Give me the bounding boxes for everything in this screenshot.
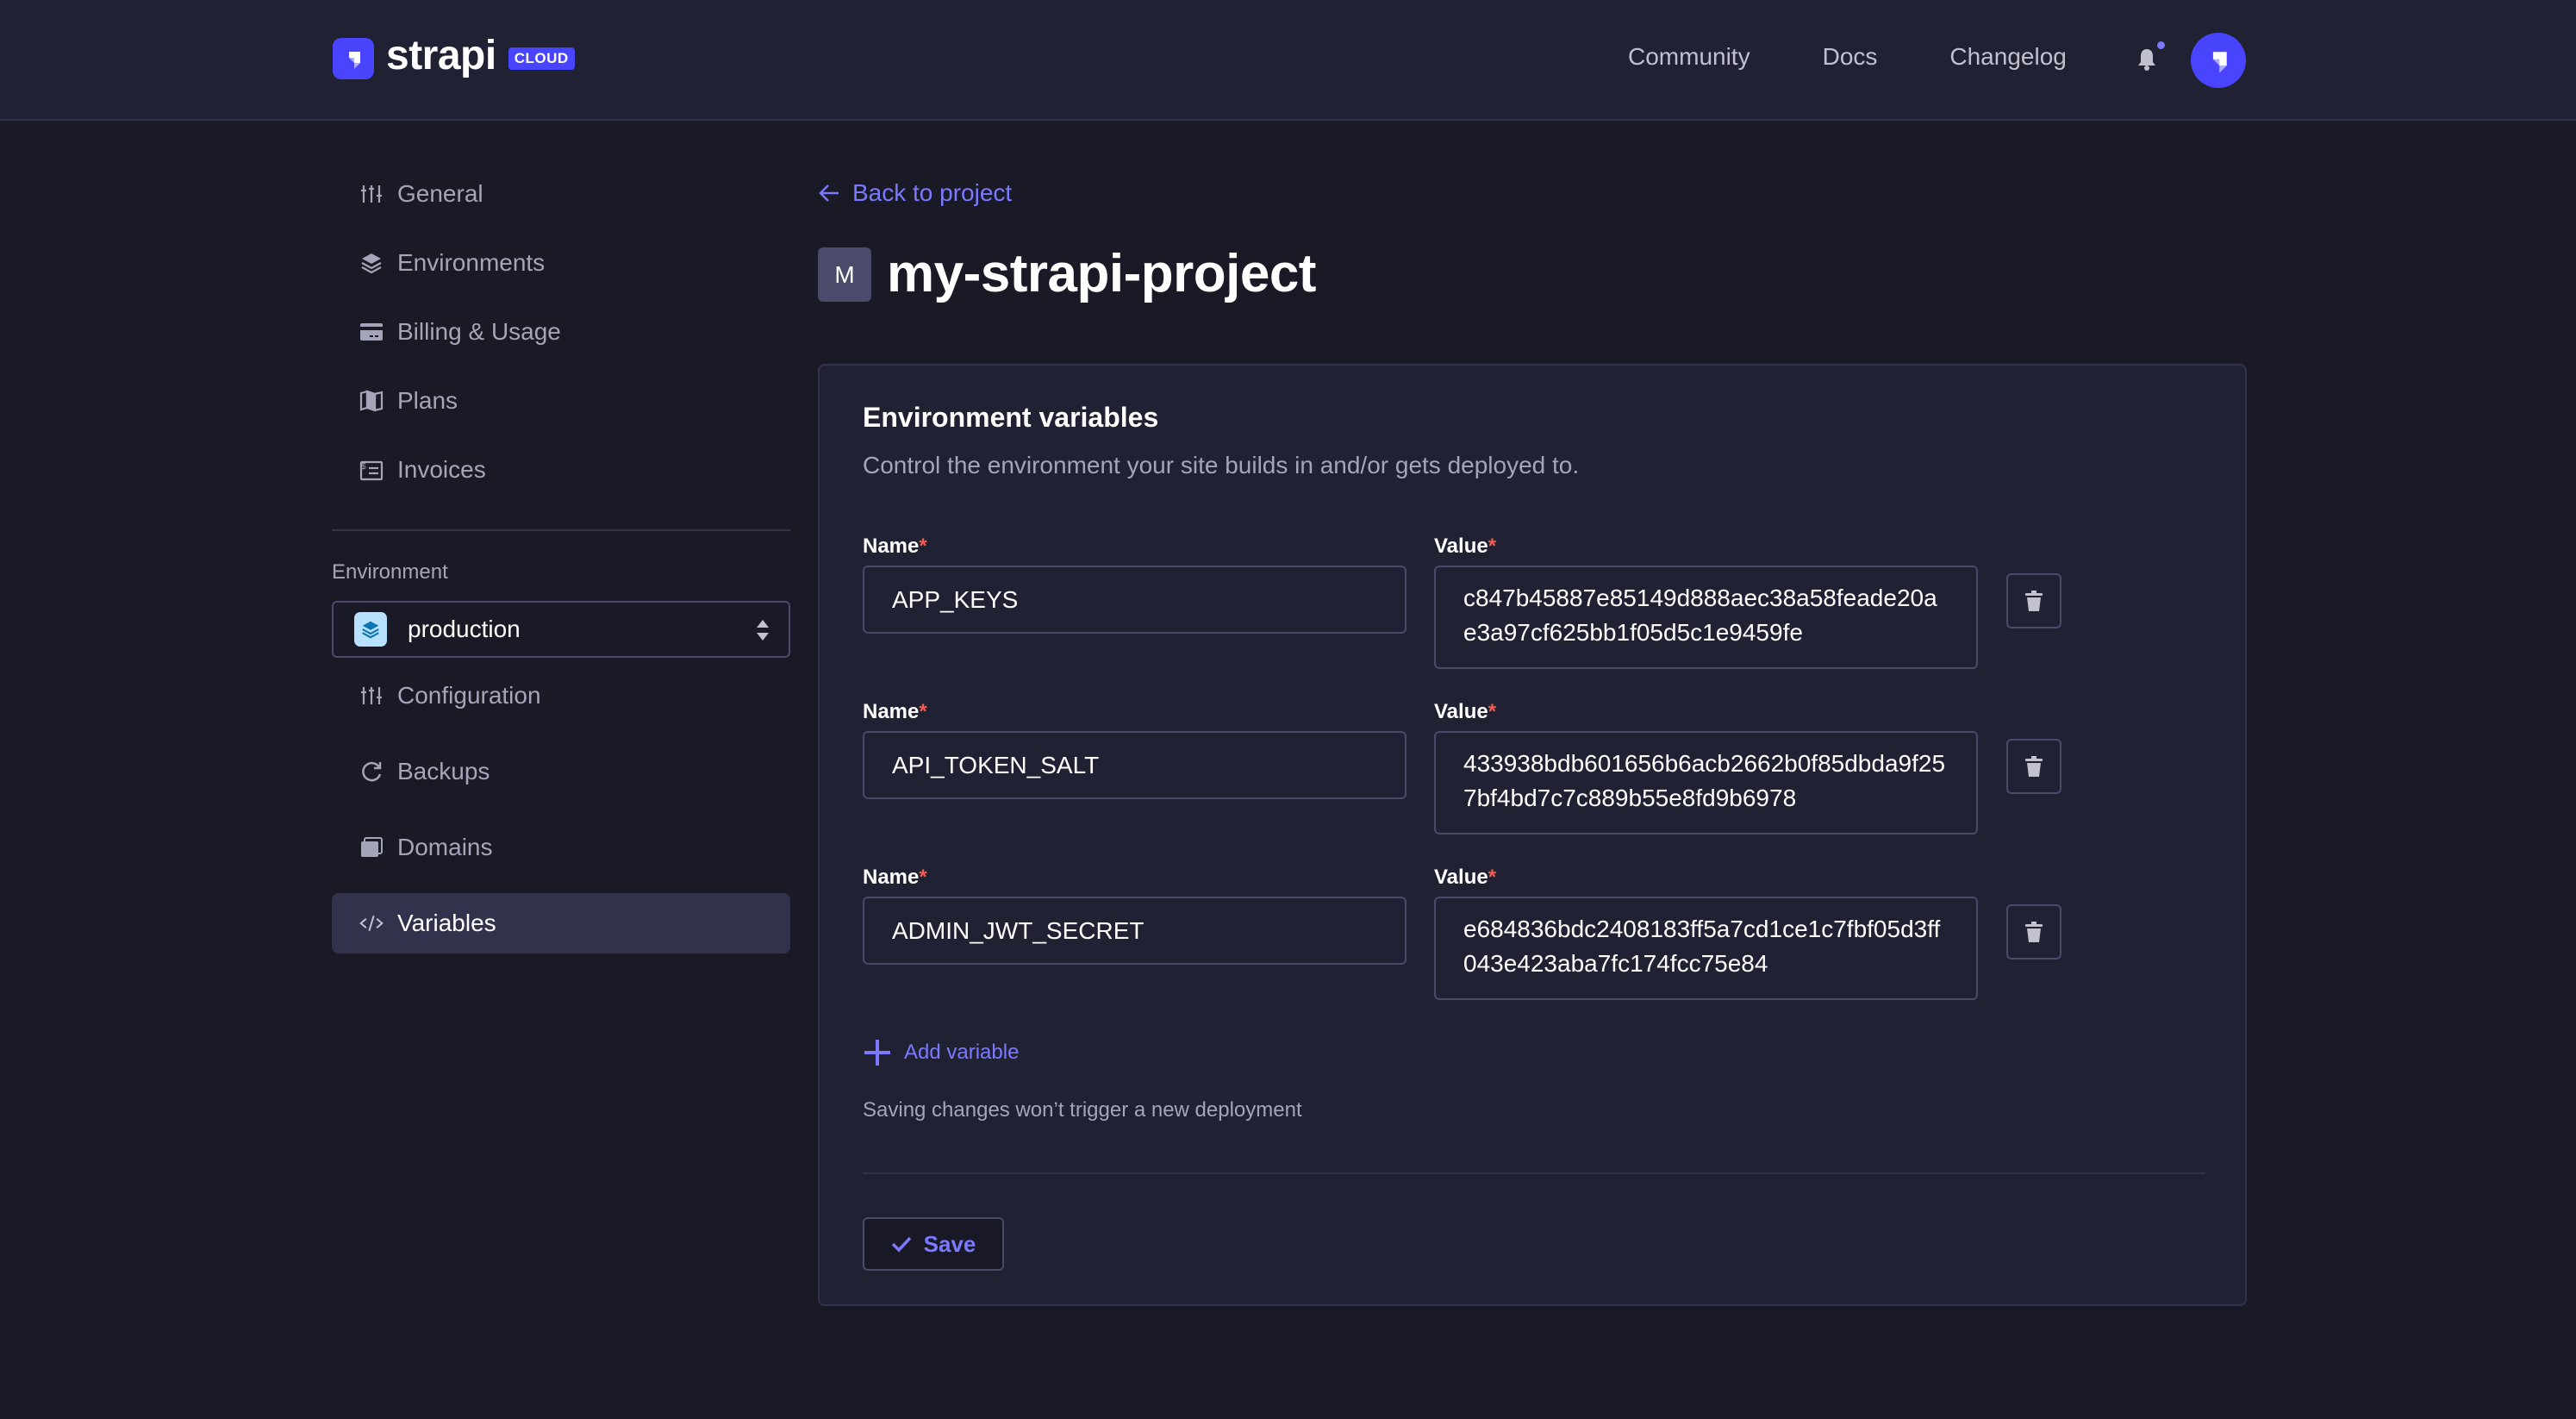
- sidebar-item-label: General: [397, 180, 483, 207]
- sidebar-item-backups[interactable]: Backups: [332, 741, 790, 802]
- check-icon: [891, 1236, 911, 1253]
- trash-icon: [2025, 756, 2043, 777]
- save-note: Saving changes won’t trigger a new deplo…: [863, 1098, 1302, 1122]
- layers-icon: [354, 612, 387, 647]
- refresh-icon: [359, 760, 384, 784]
- brand-name: strapi: [386, 33, 496, 78]
- environment-variables-card: Environment variables Control the enviro…: [818, 364, 2247, 1306]
- plus-icon: [864, 1040, 890, 1066]
- add-variable-button[interactable]: Add variable: [863, 1038, 1019, 1067]
- code-icon: [359, 911, 384, 935]
- cloud-badge: CLOUD: [508, 47, 575, 70]
- card-title: Environment variables: [863, 402, 1159, 433]
- sidebar-item-general[interactable]: General: [332, 164, 790, 224]
- top-navbar: strapi CLOUD Community Docs Changelog: [0, 0, 2576, 121]
- page-title: my-strapi-project: [887, 244, 1316, 303]
- delete-variable-button[interactable]: [2006, 739, 2061, 794]
- save-button-label: Save: [923, 1230, 976, 1257]
- variable-row: Name* Value* e684836bdc2408183ff5a7cd1ce…: [863, 866, 2112, 1012]
- project-initial-badge: M: [818, 247, 871, 302]
- sidebar-item-label: Billing & Usage: [397, 318, 561, 345]
- back-to-project-link[interactable]: Back to project: [818, 179, 1012, 207]
- sidebar-item-label: Variables: [397, 910, 496, 936]
- delete-variable-button[interactable]: [2006, 573, 2061, 628]
- name-label: Name*: [863, 866, 927, 889]
- notification-dot: [2157, 41, 2165, 49]
- sidebar-item-variables[interactable]: Variables: [332, 893, 790, 953]
- sidebar-item-label: Environments: [397, 249, 546, 276]
- sidebar-item-label: Invoices: [397, 456, 486, 483]
- card-description: Control the environment your site builds…: [863, 452, 1580, 478]
- nav-community-link[interactable]: Community: [1628, 43, 1750, 71]
- bell-icon[interactable]: [2134, 47, 2160, 72]
- value-label: Value*: [1434, 700, 1497, 723]
- sidebar-item-environments[interactable]: Environments: [332, 233, 790, 293]
- strapi-logo-icon: [2212, 52, 2227, 73]
- delete-variable-button[interactable]: [2006, 904, 2061, 960]
- environment-select[interactable]: production: [332, 601, 790, 658]
- nav-changelog-link[interactable]: Changelog: [1949, 43, 2066, 71]
- sidebar-item-configuration[interactable]: Configuration: [332, 666, 790, 726]
- sidebar-item-plans[interactable]: Plans: [332, 371, 790, 431]
- nav-docs-link[interactable]: Docs: [1823, 43, 1878, 71]
- save-button[interactable]: Save: [863, 1217, 1004, 1271]
- map-icon: [359, 389, 384, 413]
- strapi-cloud-logo[interactable]: strapi CLOUD: [333, 33, 575, 79]
- sidebar-item-invoices[interactable]: $ Invoices: [332, 440, 790, 500]
- name-label: Name*: [863, 700, 927, 723]
- window-stack-icon: [359, 835, 384, 860]
- variable-row: Name* Value* c847b45887e85149d888aec38a5…: [863, 534, 2112, 681]
- invoice-icon: $: [359, 458, 384, 482]
- value-label: Value*: [1434, 866, 1497, 889]
- strapi-logo-icon: [333, 38, 374, 79]
- trash-icon: [2025, 591, 2043, 611]
- variable-name-input[interactable]: [863, 731, 1407, 799]
- layers-icon: [359, 251, 384, 275]
- sidebar-item-label: Plans: [397, 387, 458, 414]
- header-nav: Community Docs Changelog: [1628, 43, 2067, 71]
- back-link-label: Back to project: [852, 179, 1013, 206]
- credit-card-icon: [359, 320, 384, 344]
- environment-label: Environment: [332, 560, 448, 584]
- sidebar-item-billing-usage[interactable]: Billing & Usage: [332, 302, 790, 362]
- trash-icon: [2025, 922, 2043, 942]
- name-label: Name*: [863, 534, 927, 558]
- sidebar-item-label: Backups: [397, 758, 490, 785]
- sidebar-divider: [332, 529, 790, 531]
- variable-value-input[interactable]: 433938bdb601656b6acb2662b0f85dbda9f257bf…: [1434, 731, 1978, 835]
- sliders-icon: [359, 684, 384, 708]
- card-divider: [863, 1172, 2205, 1174]
- user-avatar[interactable]: [2191, 33, 2246, 88]
- svg-text:$: $: [361, 462, 366, 472]
- sidebar-item-label: Configuration: [397, 682, 541, 709]
- sidebar-item-label: Domains: [397, 834, 493, 860]
- variable-name-input[interactable]: [863, 897, 1407, 965]
- variable-value-input[interactable]: c847b45887e85149d888aec38a58feade20ae3a9…: [1434, 566, 1978, 669]
- sidebar-item-domains[interactable]: Domains: [332, 817, 790, 878]
- variable-row: Name* Value* 433938bdb601656b6acb2662b0f…: [863, 700, 2112, 847]
- arrow-left-icon: [819, 184, 839, 202]
- add-variable-label: Add variable: [904, 1041, 1020, 1064]
- variable-value-input[interactable]: e684836bdc2408183ff5a7cd1ce1c7fbf05d3ff0…: [1434, 897, 1978, 1000]
- environment-select-value: production: [408, 616, 521, 642]
- variable-name-input[interactable]: [863, 566, 1407, 634]
- sliders-icon: [359, 182, 384, 206]
- value-label: Value*: [1434, 534, 1497, 558]
- select-caret-icon: [756, 618, 770, 642]
